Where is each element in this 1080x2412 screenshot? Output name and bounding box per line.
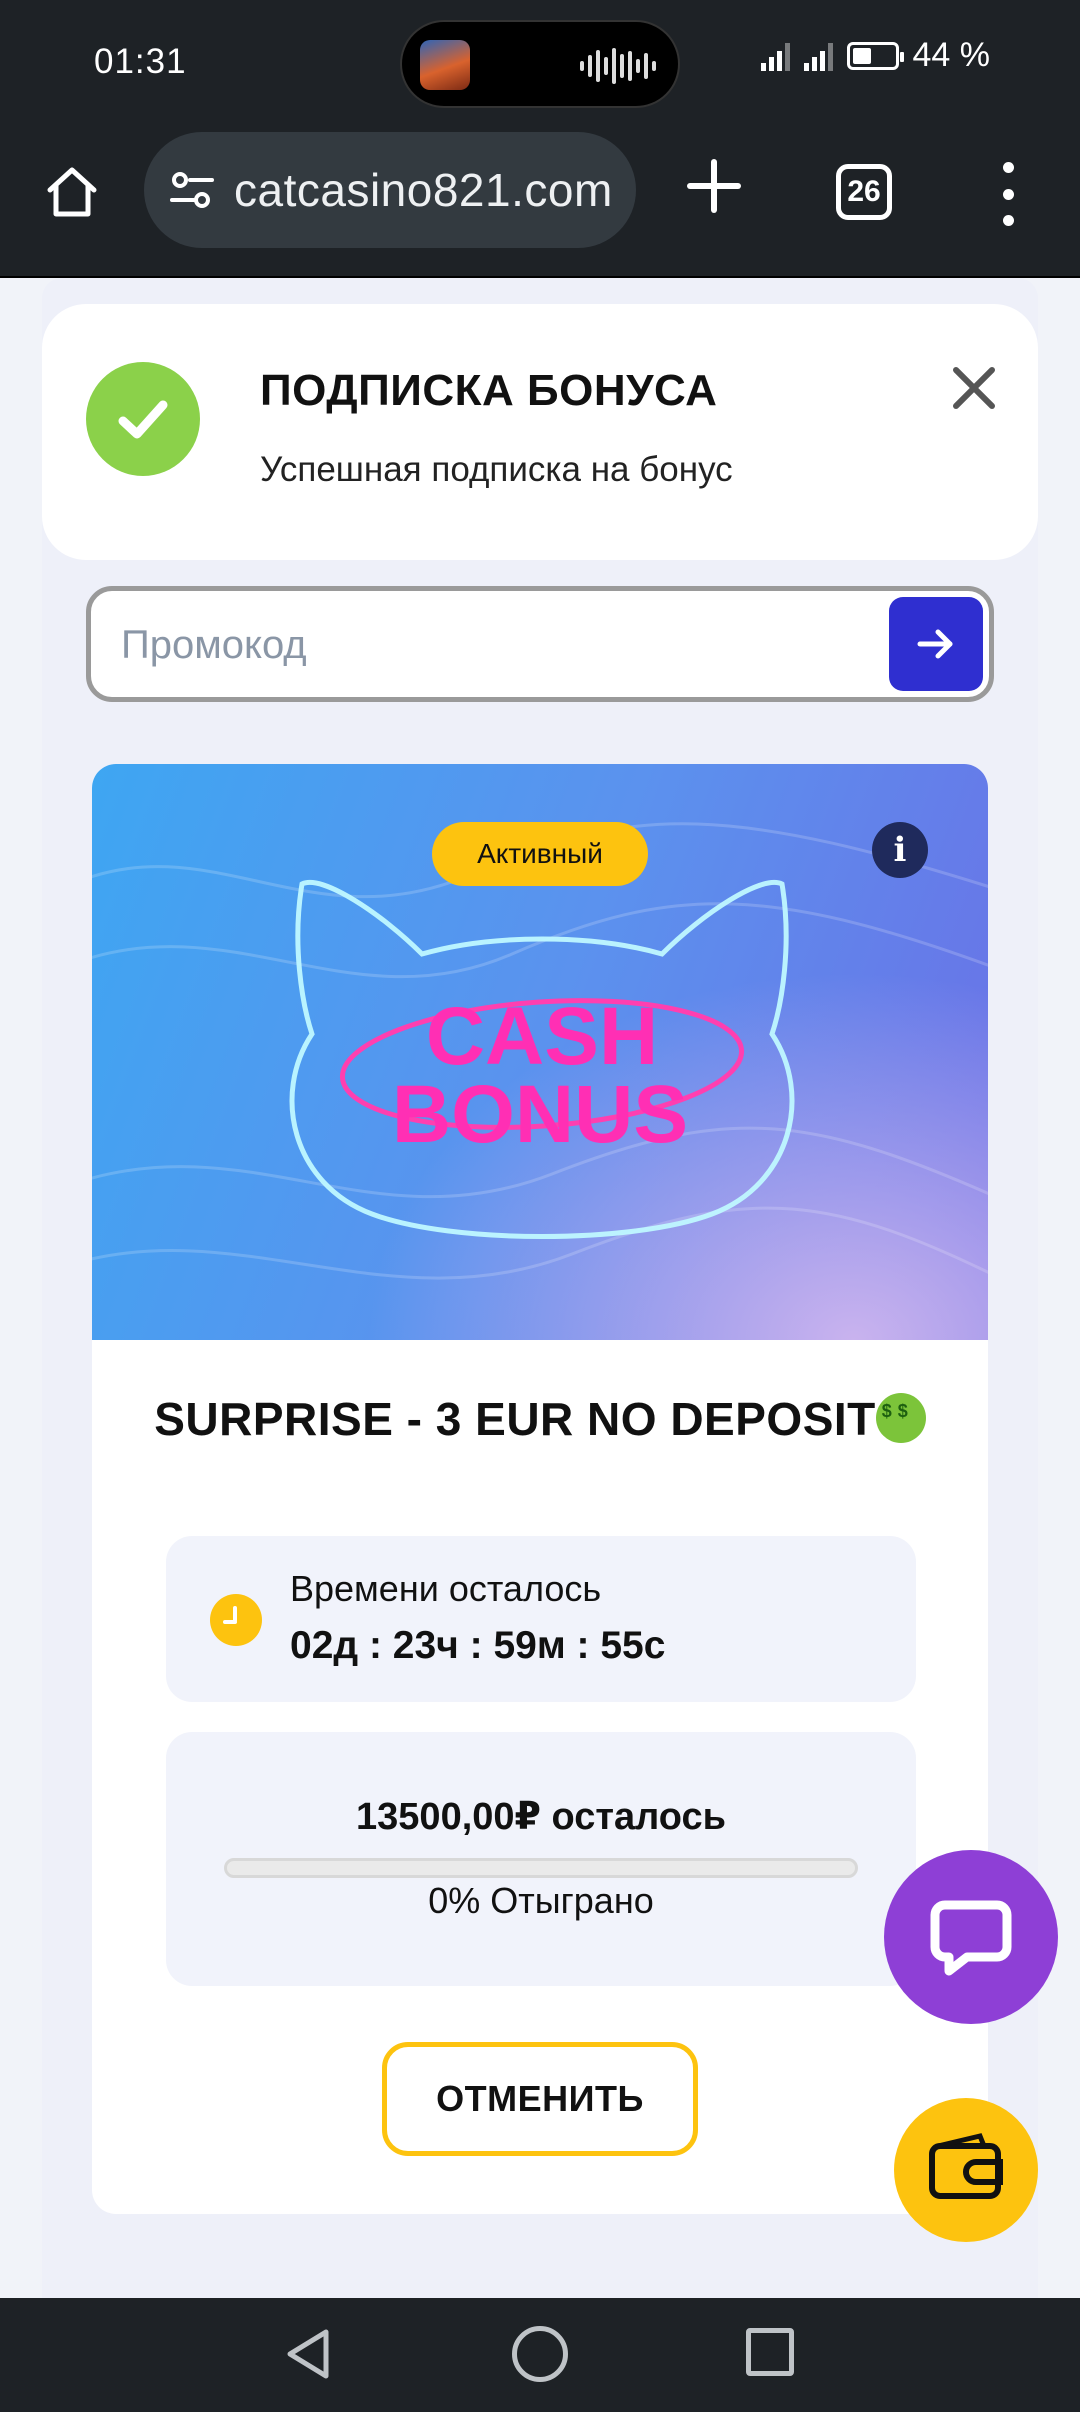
status-bar: 01:31 44 %: [0, 0, 1080, 126]
clock-icon: [210, 1594, 262, 1646]
toast-title: ПОДПИСКА БОНУСА: [260, 366, 718, 415]
bonus-title: SURPRISE - 3 EUR NO DEPOSIT: [92, 1392, 988, 1446]
tab-switcher-button[interactable]: 26: [836, 164, 892, 220]
url-text: catcasino821.com: [234, 164, 613, 216]
check-icon: [86, 362, 200, 476]
media-app-icon: [420, 40, 470, 90]
info-icon[interactable]: i: [872, 822, 928, 878]
status-time: 01:31: [94, 42, 187, 81]
wager-progress-bar: [224, 1858, 858, 1878]
audio-wave-icon: [580, 46, 656, 86]
signal-icon-2: [803, 41, 833, 71]
cancel-bonus-button[interactable]: ОТМЕНИТЬ: [382, 2042, 698, 2156]
promo-submit-button[interactable]: [889, 597, 983, 691]
wager-remaining: 13500,00₽ осталось: [356, 1796, 726, 1838]
home-nav-icon[interactable]: [512, 2326, 568, 2382]
bonus-banner-image: CASH BONUS Активный i: [92, 764, 988, 1340]
live-chat-button[interactable]: [884, 1850, 1058, 2024]
site-settings-icon[interactable]: [166, 164, 218, 216]
wager-played: 0% Отыграно: [428, 1880, 654, 1921]
address-bar[interactable]: catcasino821.com: [144, 132, 636, 248]
time-remaining-value: 02д : 23ч : 59м : 55с: [290, 1624, 666, 1667]
more-menu-icon[interactable]: [990, 162, 1026, 226]
bonus-title-text: SURPRISE - 3 EUR NO DEPOSIT: [154, 1393, 876, 1445]
new-tab-icon[interactable]: [682, 154, 746, 218]
battery-icon: [846, 41, 904, 70]
chat-icon: [930, 1900, 1012, 1976]
time-remaining-box: Времени осталось 02д : 23ч : 59м : 55с: [166, 1536, 916, 1702]
tab-count: 26: [847, 175, 881, 208]
promo-code-field: [86, 586, 994, 702]
wallet-icon: [929, 2133, 1003, 2199]
system-nav-bar: [0, 2298, 1080, 2412]
wager-progress-box: 13500,00₽ осталось 0% Отыграно: [166, 1732, 916, 1986]
banner-text-bonus: BONUS: [392, 1069, 688, 1160]
battery-percent: 44 %: [912, 36, 991, 74]
browser-toolbar: catcasino821.com 26: [0, 126, 1080, 278]
dynamic-island: [400, 20, 680, 108]
back-icon[interactable]: [282, 2326, 338, 2382]
time-remaining-label: Времени осталось: [290, 1568, 602, 1609]
success-toast: ПОДПИСКА БОНУСА Успешная подписка на бон…: [42, 304, 1038, 560]
signal-icon: [760, 41, 790, 71]
money-mouth-emoji-icon: [875, 1393, 926, 1443]
close-icon[interactable]: [942, 356, 1006, 420]
wallet-button[interactable]: [894, 2098, 1038, 2242]
home-button[interactable]: [40, 160, 104, 224]
home-icon: [47, 167, 97, 217]
recent-apps-icon[interactable]: [746, 2328, 794, 2376]
status-badge: Активный: [432, 822, 648, 886]
promo-code-input[interactable]: [121, 615, 861, 675]
arrow-right-icon: [917, 629, 953, 659]
toast-message: Успешная подписка на бонус: [260, 450, 733, 489]
bonus-card: CASH BONUS Активный i SURPRISE - 3 EUR N…: [92, 764, 988, 2214]
system-icons: 44 %: [760, 36, 991, 75]
